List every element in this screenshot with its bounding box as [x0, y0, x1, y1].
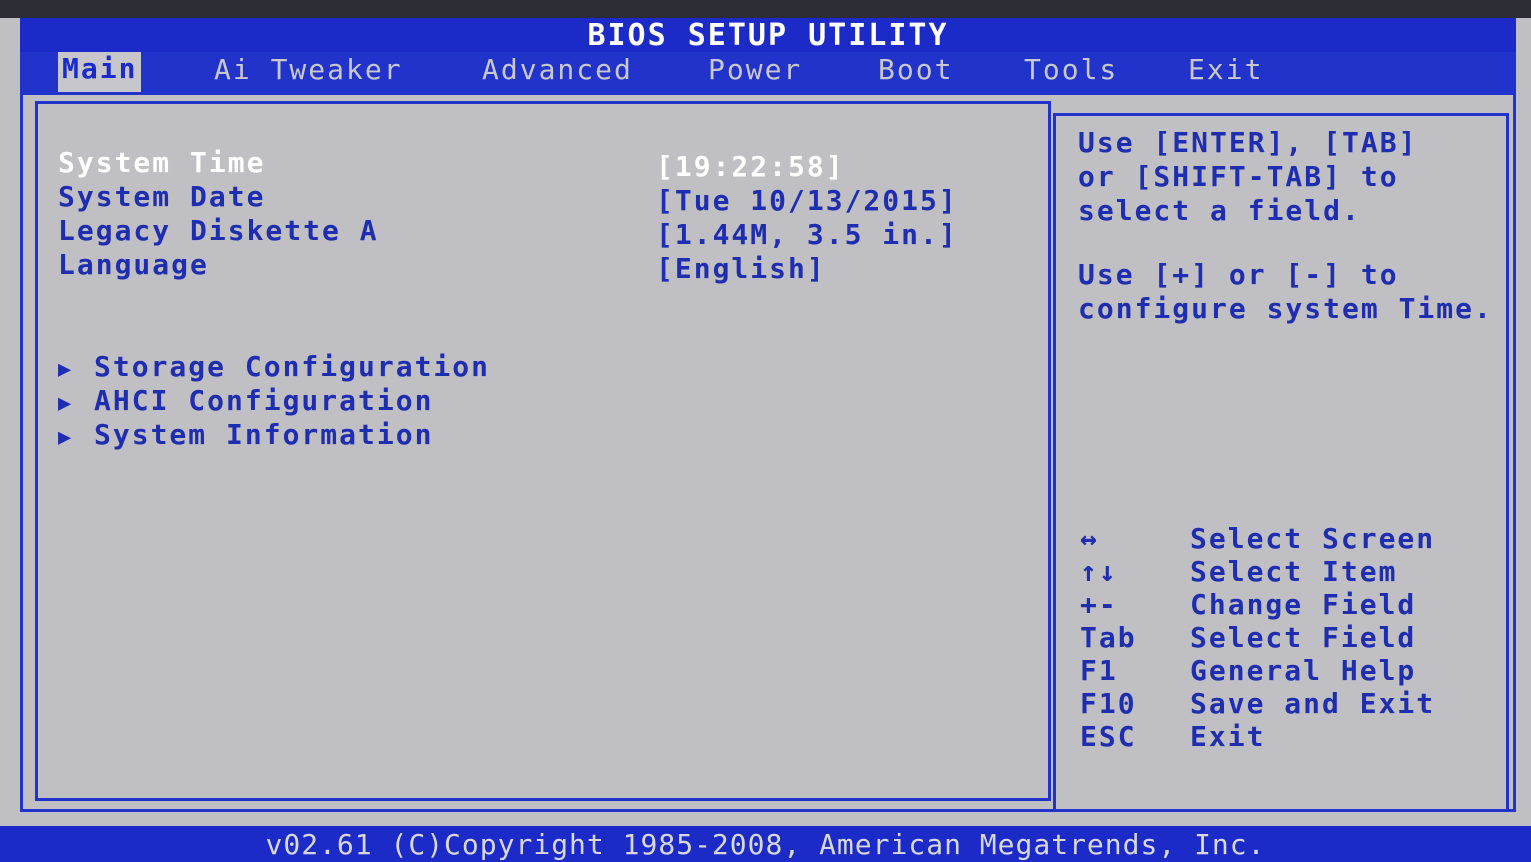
setting-language-value[interactable]: [English] [656, 252, 826, 285]
tab-main[interactable]: Main [58, 48, 142, 94]
submenu-label: Storage Configuration [94, 350, 491, 383]
key-action: Select Screen [1190, 522, 1436, 555]
esc-key: ESC [1080, 720, 1137, 753]
tab-advanced[interactable]: Advanced [482, 50, 633, 90]
submenu-arrow-icon: ▶ [58, 425, 74, 450]
tab-exit[interactable]: Exit [1188, 50, 1263, 90]
tab-key: Tab [1080, 621, 1137, 654]
bios-screen: Main Ai Tweaker Advanced Power Boot Tool… [0, 0, 1531, 862]
submenu-arrow-icon: ▶ [58, 357, 74, 382]
help-line: select a field. [1078, 194, 1361, 227]
submenu-arrow-icon: ▶ [58, 391, 74, 416]
tab-tools[interactable]: Tools [1024, 50, 1118, 90]
submenu-ahci-configuration[interactable]: ▶ AHCI Configuration [58, 384, 433, 417]
help-line: configure system Time. [1078, 292, 1493, 325]
copyright-footer: v02.61 (C)Copyright 1985-2008, American … [0, 826, 1531, 862]
tab-boot[interactable]: Boot [878, 50, 953, 90]
key-action: Exit [1190, 720, 1266, 753]
setting-legacy-diskette-value[interactable]: [1.44M, 3.5 in.] [656, 218, 958, 251]
setting-system-time-value[interactable]: [19:22:58] [656, 150, 845, 183]
setting-legacy-diskette-label[interactable]: Legacy Diskette A [58, 214, 379, 247]
key-action: Select Field [1190, 621, 1417, 654]
help-line: or [SHIFT-TAB] to [1078, 160, 1399, 193]
bios-title: BIOS SETUP UTILITY [20, 18, 1516, 53]
left-right-arrows-icon: ↔ [1080, 522, 1099, 555]
help-line: Use [ENTER], [TAB] [1078, 126, 1418, 159]
setting-system-time-label[interactable]: System Time [58, 146, 265, 179]
key-action: Change Field [1190, 588, 1417, 621]
tab-ai-tweaker[interactable]: Ai Tweaker [214, 50, 403, 90]
setting-system-date-value[interactable]: [Tue 10/13/2015] [656, 184, 958, 217]
setting-system-date-label[interactable]: System Date [58, 180, 265, 213]
submenu-label: System Information [94, 418, 434, 451]
key-action: Select Item [1190, 555, 1398, 588]
tab-power[interactable]: Power [708, 50, 802, 90]
key-action: Save and Exit [1190, 687, 1436, 720]
up-down-arrows-icon: ↑↓ [1080, 555, 1118, 588]
setting-language-label[interactable]: Language [58, 248, 209, 281]
plus-minus-key: +- [1080, 588, 1118, 621]
help-line: Use [+] or [-] to [1078, 258, 1399, 291]
f1-key: F1 [1080, 654, 1118, 687]
f10-key: F10 [1080, 687, 1137, 720]
submenu-storage-configuration[interactable]: ▶ Storage Configuration [58, 350, 490, 383]
submenu-system-information[interactable]: ▶ System Information [58, 418, 433, 451]
top-bezel [0, 0, 1531, 18]
key-action: General Help [1190, 654, 1417, 687]
submenu-label: AHCI Configuration [94, 384, 434, 417]
